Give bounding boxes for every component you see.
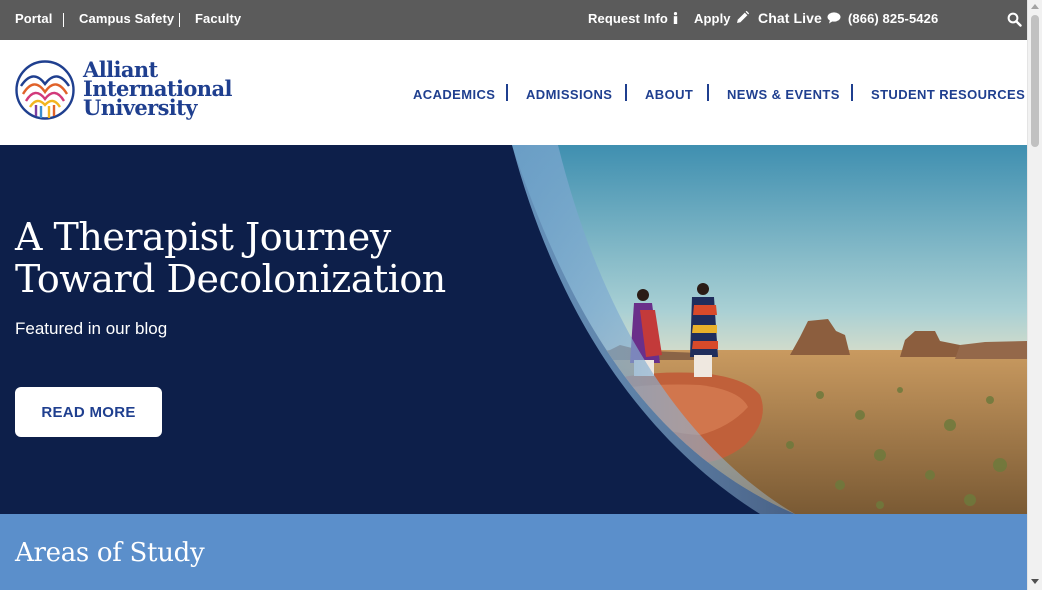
page-scrollbar[interactable]: [1027, 0, 1042, 590]
logo-wordmark: Alliant International University: [83, 59, 232, 118]
scroll-down-arrow-icon[interactable]: [1031, 579, 1039, 584]
campus-safety-link[interactable]: Campus Safety: [79, 11, 174, 26]
pencil-icon: [736, 11, 749, 23]
nav-student-resources[interactable]: STUDENT RESOURCES: [871, 87, 1025, 102]
nav-divider: [851, 84, 853, 101]
chat-live-label: Chat Live: [758, 10, 822, 26]
scroll-up-arrow-icon[interactable]: [1031, 4, 1039, 9]
alliant-logo[interactable]: Alliant International University: [15, 59, 232, 126]
search-icon[interactable]: [1007, 12, 1022, 27]
apply-link[interactable]: Apply: [694, 11, 749, 26]
nav-academics[interactable]: ACADEMICS: [413, 87, 495, 102]
phone-link[interactable]: (866) 825-5426: [848, 11, 938, 26]
request-info-label: Request Info: [588, 11, 668, 26]
chat-bubble-icon: [827, 12, 841, 24]
nav-about[interactable]: ABOUT: [645, 87, 693, 102]
logo-mark-icon: [15, 60, 75, 120]
areas-of-study-section: Areas of Study: [0, 514, 1027, 590]
hero-subtitle: Featured in our blog: [15, 319, 168, 338]
utility-bar: Portal Campus Safety Faculty Request Inf…: [0, 0, 1027, 40]
apply-label: Apply: [694, 11, 731, 26]
site-header: Alliant International University ACADEMI…: [0, 40, 1027, 145]
nav-news-events[interactable]: NEWS & EVENTS: [727, 87, 840, 102]
request-info-link[interactable]: Request Info: [588, 11, 678, 26]
nav-admissions[interactable]: ADMISSIONS: [526, 87, 612, 102]
nav-divider: [625, 84, 627, 101]
hero-banner: A Therapist Journey Toward Decolonizatio…: [0, 145, 1027, 514]
utility-divider: [63, 13, 64, 27]
nav-divider: [506, 84, 508, 101]
portal-link[interactable]: Portal: [15, 11, 52, 26]
faculty-link[interactable]: Faculty: [195, 11, 241, 26]
hero-title: A Therapist Journey Toward Decolonizatio…: [15, 215, 446, 301]
utility-divider: [179, 13, 180, 27]
scroll-thumb[interactable]: [1031, 15, 1039, 147]
info-icon: [673, 12, 678, 24]
nav-divider: [707, 84, 709, 101]
areas-of-study-title: Areas of Study: [15, 538, 205, 568]
chat-live-link[interactable]: Chat Live: [758, 10, 841, 26]
read-more-button[interactable]: READ MORE: [15, 387, 162, 437]
